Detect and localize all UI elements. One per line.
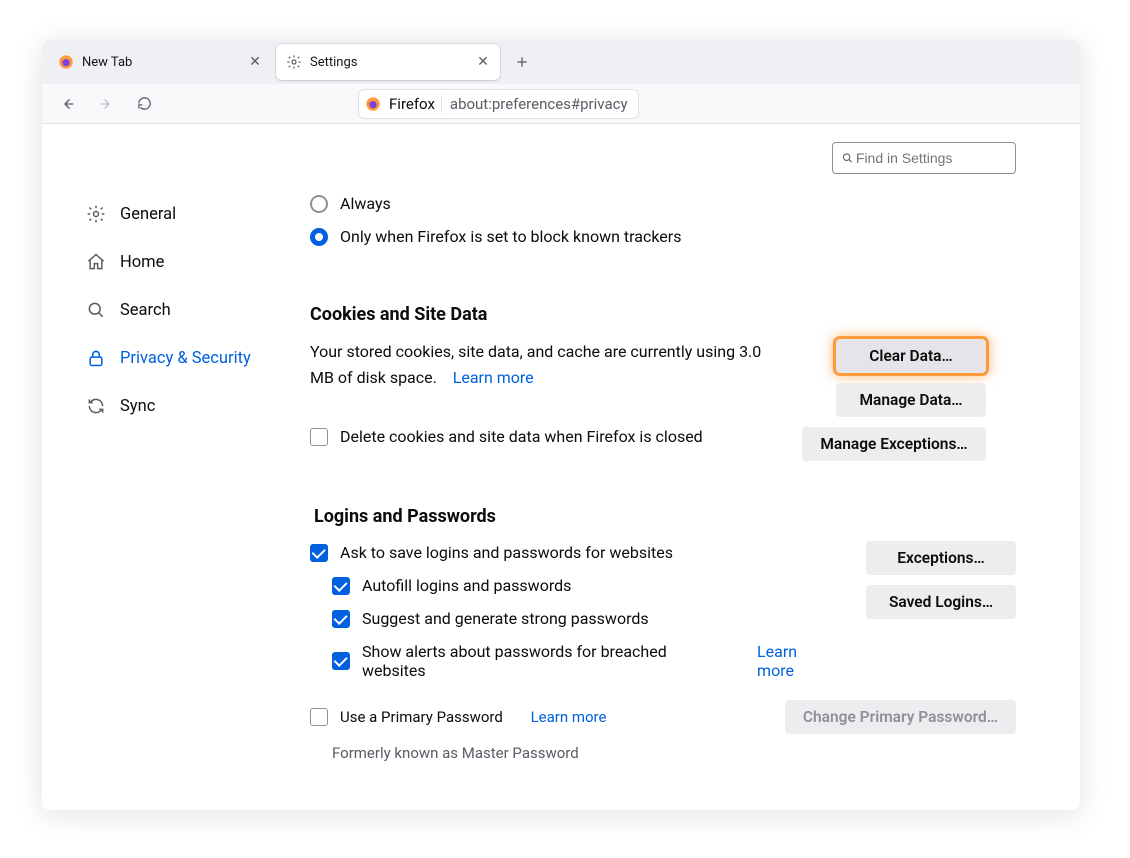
checkbox-icon[interactable]	[310, 708, 328, 726]
checkbox-label: Delete cookies and site data when Firefo…	[340, 427, 703, 446]
close-icon[interactable]: ✕	[246, 53, 264, 71]
sidebar-item-sync[interactable]: Sync	[86, 382, 286, 430]
primary-password-row: Use a Primary Password Learn more Change…	[310, 700, 1016, 734]
sidebar-item-label: Home	[120, 253, 164, 272]
home-icon	[86, 252, 106, 272]
settings-search[interactable]	[832, 142, 1016, 174]
cookies-heading: Cookies and Site Data	[310, 304, 1016, 325]
primary-password-label: Use a Primary Password	[340, 708, 503, 726]
ask-save-logins-checkbox[interactable]: Ask to save logins and passwords for web…	[310, 543, 836, 562]
clear-data-button[interactable]: Clear Data…	[836, 339, 986, 373]
logins-heading: Logins and Passwords	[314, 506, 1016, 527]
sync-icon	[86, 396, 106, 416]
arrow-left-icon	[59, 95, 77, 113]
sidebar-item-privacy[interactable]: Privacy & Security	[86, 334, 286, 382]
forward-button[interactable]	[92, 90, 120, 118]
settings-search-input[interactable]	[854, 149, 1007, 167]
back-button[interactable]	[54, 90, 82, 118]
checkbox-label: Show alerts about passwords for breached…	[362, 642, 725, 680]
radio-icon	[310, 228, 328, 246]
sidebar-item-general[interactable]: General	[86, 190, 286, 238]
checkbox-label: Ask to save logins and passwords for web…	[340, 543, 673, 562]
checkbox-label: Suggest and generate strong passwords	[362, 609, 649, 628]
cookies-description-block: Your stored cookies, site data, and cach…	[310, 339, 780, 390]
manage-data-button[interactable]: Manage Data…	[836, 383, 986, 417]
suggest-passwords-checkbox[interactable]: Suggest and generate strong passwords	[332, 609, 836, 628]
radio-label: Only when Firefox is set to block known …	[340, 227, 681, 246]
sidebar-item-label: Sync	[120, 397, 155, 416]
firefox-icon	[58, 54, 74, 70]
checkbox-label: Autofill logins and passwords	[362, 576, 571, 595]
sidebar-item-home[interactable]: Home	[86, 238, 286, 286]
sidebar: General Home Search Privacy & Security S…	[86, 190, 286, 430]
breach-learn-more-link[interactable]: Learn more	[757, 642, 836, 680]
main-panel: Always Only when Firefox is set to block…	[310, 194, 1016, 762]
change-primary-password-button[interactable]: Change Primary Password…	[785, 700, 1016, 734]
primary-password-hint: Formerly known as Master Password	[332, 744, 1016, 762]
gear-icon	[286, 54, 302, 70]
search-icon	[841, 151, 854, 165]
reload-icon	[136, 95, 153, 112]
toolbar: Firefox about:preferences#privacy	[42, 84, 1080, 124]
search-icon	[86, 300, 106, 320]
checkbox-icon	[332, 652, 350, 670]
logins-block: Ask to save logins and passwords for web…	[310, 541, 1016, 680]
cookies-buttons: Clear Data… Manage Data… Manage Exceptio…	[800, 339, 986, 461]
checkbox-icon	[310, 428, 328, 446]
close-icon[interactable]: ✕	[474, 53, 492, 71]
logins-options: Ask to save logins and passwords for web…	[310, 541, 836, 680]
address-bar[interactable]: Firefox about:preferences#privacy	[358, 89, 639, 119]
sidebar-item-label: General	[120, 205, 176, 224]
reload-button[interactable]	[130, 90, 158, 118]
lock-icon	[86, 348, 106, 368]
radio-icon	[310, 195, 328, 213]
address-path: about:preferences#privacy	[450, 95, 628, 113]
cookies-description-text: Your stored cookies, site data, and cach…	[310, 342, 761, 387]
tab-new-tab[interactable]: New Tab ✕	[48, 44, 272, 80]
manage-exceptions-button[interactable]: Manage Exceptions…	[802, 427, 986, 461]
gear-icon	[86, 204, 106, 224]
arrow-right-icon	[97, 95, 115, 113]
sidebar-item-label: Search	[120, 301, 171, 320]
address-product: Firefox	[389, 95, 442, 113]
radio-only-known-trackers[interactable]: Only when Firefox is set to block known …	[310, 227, 1016, 246]
tab-strip: New Tab ✕ Settings ✕	[42, 40, 1080, 84]
checkbox-icon	[332, 610, 350, 628]
sidebar-item-search[interactable]: Search	[86, 286, 286, 334]
firefox-icon	[365, 96, 381, 112]
tab-new-tab-title: New Tab	[82, 55, 238, 70]
radio-label: Always	[340, 194, 391, 213]
plus-icon	[514, 54, 530, 70]
saved-logins-button[interactable]: Saved Logins…	[866, 585, 1016, 619]
cookies-learn-more-link[interactable]: Learn more	[453, 368, 534, 387]
exceptions-button[interactable]: Exceptions…	[866, 541, 1016, 575]
firefox-window: New Tab ✕ Settings ✕	[42, 40, 1080, 810]
autofill-checkbox[interactable]: Autofill logins and passwords	[332, 576, 836, 595]
checkbox-icon	[332, 577, 350, 595]
new-tab-button[interactable]	[508, 48, 536, 76]
primary-learn-more-link[interactable]: Learn more	[531, 708, 607, 726]
tab-settings[interactable]: Settings ✕	[276, 44, 500, 80]
radio-always[interactable]: Always	[310, 194, 1016, 213]
checkbox-icon	[310, 544, 328, 562]
logins-buttons: Exceptions… Saved Logins…	[856, 541, 1016, 619]
breach-alerts-checkbox[interactable]: Show alerts about passwords for breached…	[332, 642, 836, 680]
tab-settings-title: Settings	[310, 55, 466, 70]
sidebar-item-label: Privacy & Security	[120, 349, 251, 368]
content-area: General Home Search Privacy & Security S…	[42, 124, 1080, 810]
